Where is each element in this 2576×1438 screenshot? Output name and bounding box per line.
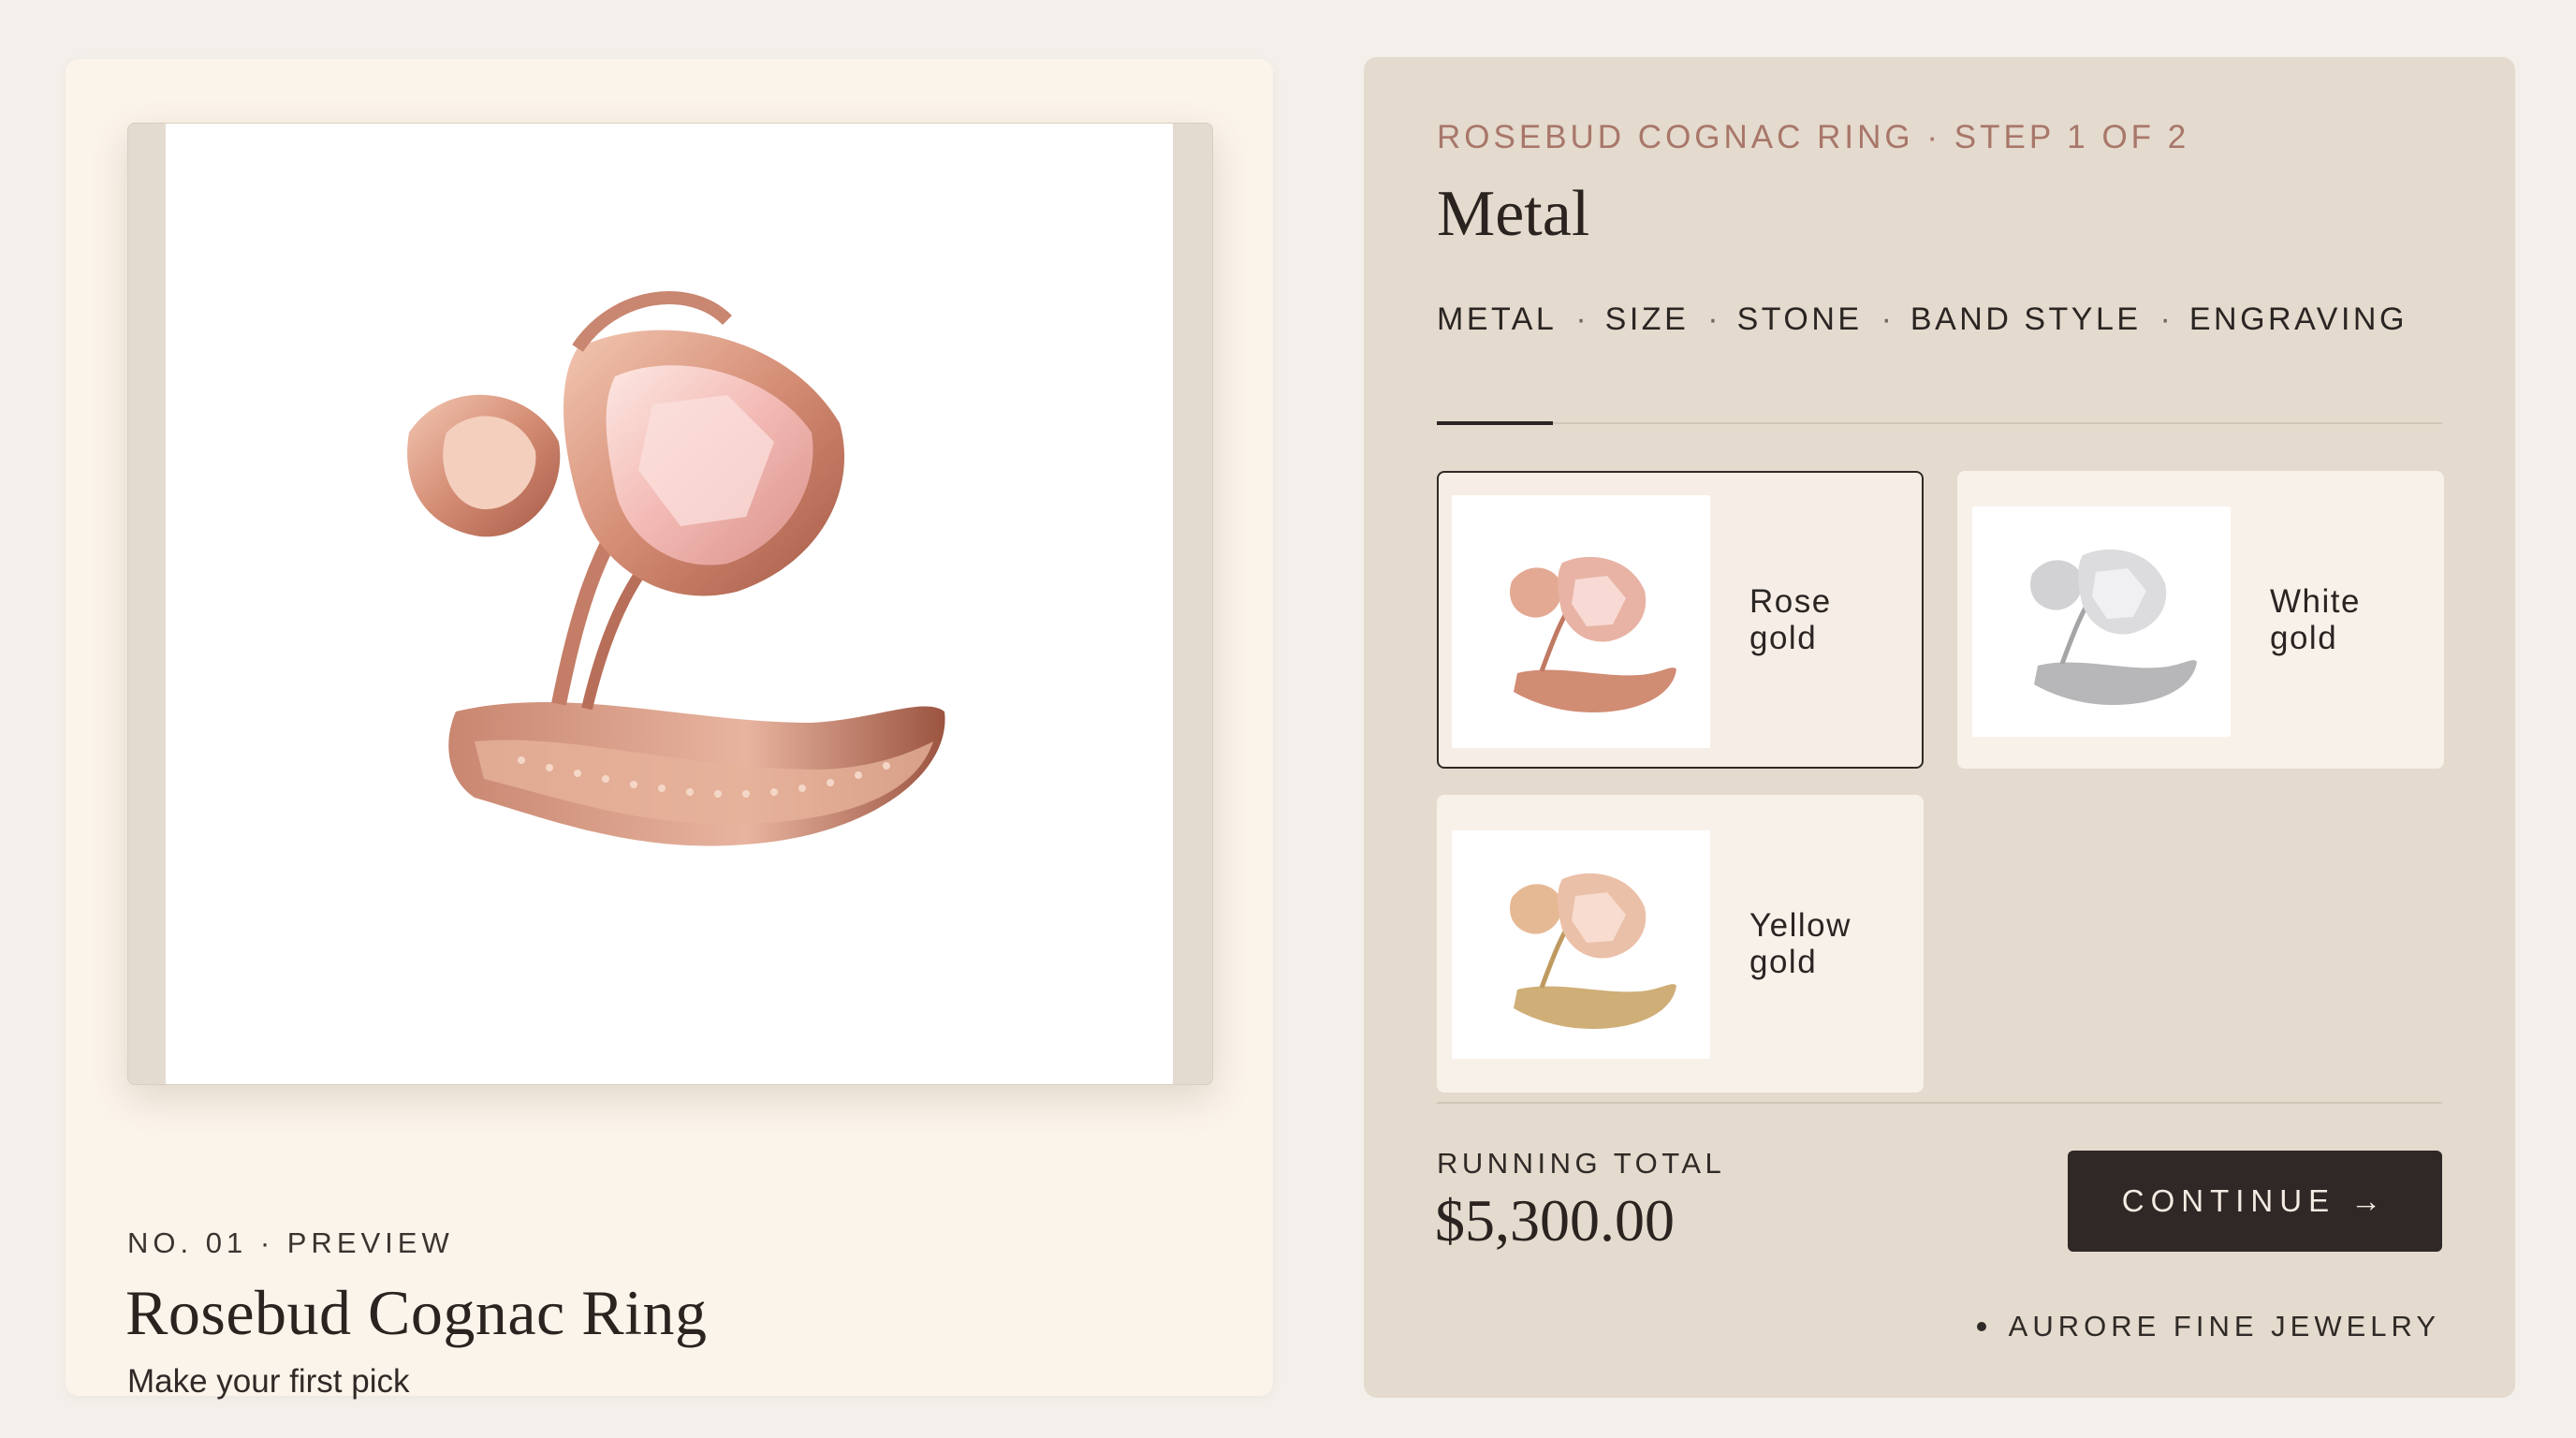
step-title: Metal: [1437, 178, 1590, 250]
option-tabs: METAL · SIZE · STONE · BAND STYLE · ENGR…: [1437, 286, 2442, 425]
preview-subtitle: Make your first pick: [127, 1363, 410, 1400]
preview-card: NO. 01 · PREVIEW Rosebud Cognac Ring Mak…: [66, 59, 1273, 1400]
tab-size[interactable]: SIZE: [1605, 301, 1690, 338]
option-label: White gold: [2270, 583, 2361, 656]
tab-separator: ·: [1707, 301, 1719, 337]
preview-image-frame: [127, 123, 1213, 1085]
rose-gold-thumbnail: [1452, 495, 1710, 748]
option-label: Rose gold: [1749, 583, 1832, 656]
brand-name: AURORE FINE JEWELRY: [2008, 1310, 2440, 1343]
option-rose-gold[interactable]: Rose gold: [1437, 471, 1924, 769]
option-white-gold[interactable]: White gold: [1957, 471, 2444, 769]
ring-preview-image: [166, 124, 1173, 1084]
running-total-label: RUNNING TOTAL: [1437, 1147, 1726, 1180]
yellow-gold-thumbnail: [1452, 830, 1710, 1059]
bullet-icon: [1976, 1322, 1986, 1331]
footer-divider: [1437, 1102, 2442, 1104]
tab-separator: ·: [2159, 301, 2171, 337]
brand-footer: AURORE FINE JEWELRY: [1976, 1310, 2440, 1343]
tab-band-style[interactable]: BAND STYLE: [1910, 301, 2142, 338]
option-label: Yellow gold: [1749, 907, 1852, 980]
tab-engraving[interactable]: ENGRAVING: [2189, 301, 2408, 338]
preview-eyebrow: NO. 01 · PREVIEW: [127, 1226, 454, 1259]
metal-options: Rose gold White gold Yellow gold: [1437, 415, 2444, 1093]
product-title: Rosebud Cognac Ring: [125, 1277, 708, 1348]
tab-metal[interactable]: METAL: [1437, 301, 1557, 338]
tab-stone[interactable]: STONE: [1737, 301, 1863, 338]
option-yellow-gold[interactable]: Yellow gold: [1437, 795, 1924, 1093]
tab-separator: ·: [1881, 301, 1892, 337]
running-total-value: $5,300.00: [1435, 1187, 1675, 1254]
tab-separator: ·: [1575, 301, 1587, 337]
white-gold-thumbnail: [1972, 506, 2231, 737]
continue-button[interactable]: CONTINUE →: [2068, 1151, 2442, 1252]
step-eyebrow: ROSEBUD COGNAC RING · STEP 1 OF 2: [1437, 119, 2190, 155]
configurator-panel: ROSEBUD COGNAC RING · STEP 1 OF 2 Metal …: [1364, 57, 2515, 1398]
